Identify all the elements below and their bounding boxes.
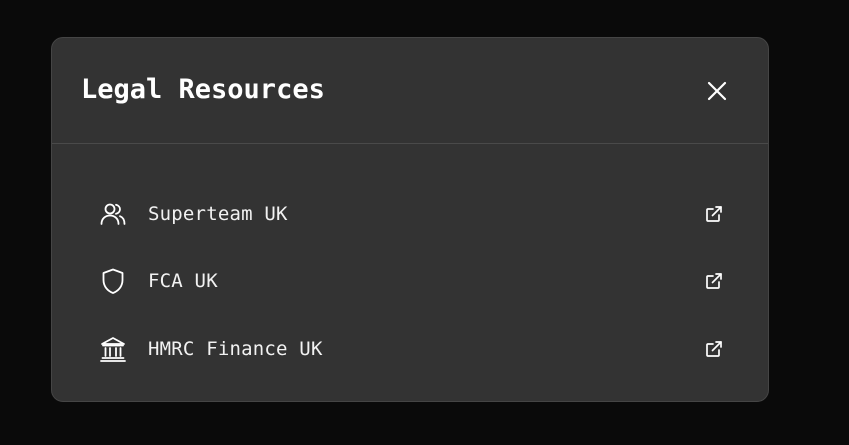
- external-link-icon: [702, 269, 726, 293]
- close-icon: [706, 80, 728, 102]
- resource-link-fca-uk[interactable]: FCA UK: [98, 261, 726, 301]
- resource-link-label: Superteam UK: [148, 203, 288, 225]
- resource-link-label: FCA UK: [148, 270, 218, 292]
- shield-icon: [98, 266, 128, 296]
- dialog-header: Legal Resources: [52, 38, 768, 144]
- resource-link-superteam-uk[interactable]: Superteam UK: [98, 194, 726, 234]
- users-icon: [98, 199, 128, 229]
- legal-resources-dialog: Legal Resources Superteam UK FCA UK HMRC…: [51, 37, 769, 402]
- dialog-title: Legal Resources: [81, 74, 325, 105]
- resource-link-hmrc-finance-uk[interactable]: HMRC Finance UK: [98, 329, 726, 369]
- external-link-icon: [702, 337, 726, 361]
- close-button[interactable]: [702, 76, 732, 106]
- bank-icon: [98, 334, 128, 364]
- resource-link-label: HMRC Finance UK: [148, 338, 323, 360]
- external-link-icon: [702, 202, 726, 226]
